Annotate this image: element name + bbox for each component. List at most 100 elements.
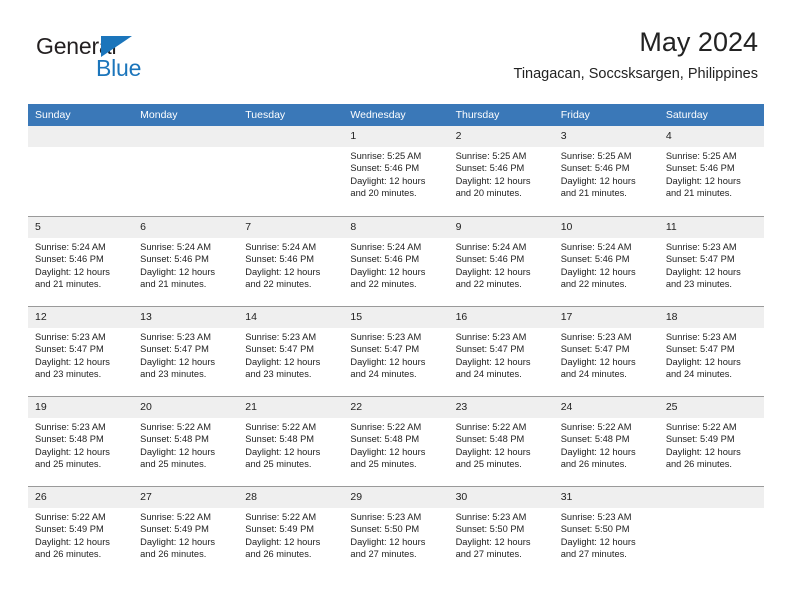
calendar-day: 3 Sunrise: 5:25 AM Sunset: 5:46 PM Daylight…: [553, 126, 659, 216]
calendar-day: 7 Sunrise: 5:24 AM Sunset: 5:46 PM Daylight…: [238, 216, 344, 306]
calendar-day-cell[interactable]: 4 Sunrise: 5:25 AM Sunset: 5:46 PM Daylight…: [658, 126, 764, 216]
calendar-day-cell[interactable]: 21 Sunrise: 5:22 AM Sunset: 5:48 PM Dayligh…: [238, 396, 344, 486]
day-sun-info: Sunrise: 5:24 AM Sunset: 5:46 PM Daylight:…: [343, 238, 448, 291]
calendar-day-cell[interactable]: 26 Sunrise: 5:22 AM Sunset: 5:49 PM Dayligh…: [28, 486, 134, 576]
daylight-text-line1: Daylight: 12 hours: [560, 446, 636, 457]
day-sun-info: Sunrise: 5:22 AM Sunset: 5:49 PM Daylight:…: [659, 418, 764, 471]
calendar-week-row: 1 Sunrise: 5:25 AM Sunset: 5:46 PM Daylight…: [28, 126, 764, 216]
daylight-text-line1: Daylight: 12 hours: [665, 356, 741, 367]
calendar-day-cell[interactable]: 29 Sunrise: 5:23 AM Sunset: 5:50 PM Dayligh…: [343, 486, 449, 576]
calendar-page: General Blue May 2024 Tinagacan, Soccsks…: [0, 0, 792, 612]
sunrise-text: Sunrise: 5:23 AM: [140, 332, 211, 342]
calendar-day-cell[interactable]: [133, 126, 239, 216]
calendar-day-cell[interactable]: 10 Sunrise: 5:24 AM Sunset: 5:46 PM Dayligh…: [553, 216, 659, 306]
daylight-text-line2: and 23 minutes.: [245, 369, 312, 380]
calendar-day-cell[interactable]: 12 Sunrise: 5:23 AM Sunset: 5:47 PM Dayligh…: [28, 306, 134, 396]
sunset-text: Sunset: 5:46 PM: [245, 254, 315, 265]
sunrise-text: Sunrise: 5:22 AM: [560, 422, 632, 432]
day-sun-info: Sunrise: 5:22 AM Sunset: 5:48 PM Daylight:…: [133, 418, 238, 471]
calendar-day-cell[interactable]: 3 Sunrise: 5:25 AM Sunset: 5:46 PM Daylight…: [553, 126, 659, 216]
sunrise-text: Sunrise: 5:23 AM: [350, 512, 422, 522]
calendar-day-cell[interactable]: 19 Sunrise: 5:23 AM Sunset: 5:48 PM Dayligh…: [28, 396, 134, 486]
calendar-day-cell[interactable]: 25 Sunrise: 5:22 AM Sunset: 5:49 PM Dayligh…: [658, 396, 764, 486]
daylight-text-line1: Daylight: 12 hours: [455, 175, 531, 186]
sunrise-text: Sunrise: 5:23 AM: [245, 332, 317, 342]
calendar-day-cell[interactable]: 28 Sunrise: 5:22 AM Sunset: 5:49 PM Dayligh…: [238, 486, 344, 576]
sunset-text: Sunset: 5:46 PM: [35, 254, 104, 265]
day-sun-info: Sunrise: 5:23 AM Sunset: 5:47 PM Daylight:…: [28, 328, 133, 381]
sunset-text: Sunset: 5:46 PM: [140, 254, 209, 265]
day-sun-info: Sunrise: 5:23 AM Sunset: 5:47 PM Daylight:…: [449, 328, 554, 381]
calendar-day-cell[interactable]: 2 Sunrise: 5:25 AM Sunset: 5:46 PM Daylight…: [448, 126, 554, 216]
calendar-day-cell[interactable]: 1 Sunrise: 5:25 AM Sunset: 5:46 PM Daylight…: [343, 126, 449, 216]
sunset-text: Sunset: 5:46 PM: [350, 163, 420, 174]
calendar-day-cell[interactable]: [28, 126, 134, 216]
day-sun-info: Sunrise: 5:24 AM Sunset: 5:46 PM Daylight:…: [28, 238, 133, 291]
calendar-day: 8 Sunrise: 5:24 AM Sunset: 5:46 PM Daylight…: [343, 216, 449, 306]
calendar-day-cell[interactable]: 22 Sunrise: 5:22 AM Sunset: 5:48 PM Dayligh…: [343, 396, 449, 486]
daylight-text-line1: Daylight: 12 hours: [245, 356, 321, 367]
calendar-day-cell[interactable]: 30 Sunrise: 5:23 AM Sunset: 5:50 PM Dayligh…: [448, 486, 554, 576]
calendar-day-cell[interactable]: 24 Sunrise: 5:22 AM Sunset: 5:48 PM Dayligh…: [553, 396, 659, 486]
calendar-day-cell[interactable]: 7 Sunrise: 5:24 AM Sunset: 5:46 PM Daylight…: [238, 216, 344, 306]
calendar-day-empty: [133, 126, 239, 216]
sunrise-text: Sunrise: 5:22 AM: [245, 422, 317, 432]
day-number: 20: [133, 397, 239, 418]
calendar-day: 30 Sunrise: 5:23 AM Sunset: 5:50 PM Dayligh…: [448, 486, 554, 576]
calendar-day-cell[interactable]: 17 Sunrise: 5:23 AM Sunset: 5:47 PM Dayligh…: [553, 306, 659, 396]
day-sun-info: Sunrise: 5:25 AM Sunset: 5:46 PM Daylight:…: [449, 147, 554, 200]
daylight-text-line2: and 23 minutes.: [140, 369, 207, 380]
calendar-day: 26 Sunrise: 5:22 AM Sunset: 5:49 PM Dayligh…: [28, 486, 134, 576]
calendar-day-cell[interactable]: 23 Sunrise: 5:22 AM Sunset: 5:48 PM Dayligh…: [448, 396, 554, 486]
day-number: 4: [658, 126, 764, 147]
calendar-day-cell[interactable]: 11 Sunrise: 5:23 AM Sunset: 5:47 PM Dayligh…: [658, 216, 764, 306]
day-sun-info: Sunrise: 5:22 AM Sunset: 5:49 PM Daylight:…: [238, 508, 343, 561]
daylight-text-line2: and 24 minutes.: [455, 369, 522, 380]
day-sun-info: Sunrise: 5:23 AM Sunset: 5:50 PM Daylight:…: [343, 508, 448, 561]
day-number: 11: [658, 217, 764, 238]
sunset-text: Sunset: 5:47 PM: [560, 344, 630, 355]
daylight-text-line1: Daylight: 12 hours: [245, 266, 321, 277]
calendar-day-cell[interactable]: 8 Sunrise: 5:24 AM Sunset: 5:46 PM Daylight…: [343, 216, 449, 306]
calendar-day-cell[interactable]: 5 Sunrise: 5:24 AM Sunset: 5:46 PM Daylight…: [28, 216, 134, 306]
calendar-day-cell[interactable]: 6 Sunrise: 5:24 AM Sunset: 5:46 PM Daylight…: [133, 216, 239, 306]
day-sun-info: Sunrise: 5:23 AM Sunset: 5:48 PM Daylight:…: [28, 418, 133, 471]
day-sun-info: Sunrise: 5:23 AM Sunset: 5:47 PM Daylight:…: [238, 328, 343, 381]
calendar-day-cell[interactable]: 9 Sunrise: 5:24 AM Sunset: 5:46 PM Daylight…: [448, 216, 554, 306]
calendar-day-empty: [658, 486, 764, 576]
daylight-text-line1: Daylight: 12 hours: [665, 446, 741, 457]
calendar-day-cell[interactable]: [658, 486, 764, 576]
day-number: 29: [343, 487, 449, 508]
daylight-text-line2: and 25 minutes.: [35, 459, 102, 470]
day-sun-info: Sunrise: 5:25 AM Sunset: 5:46 PM Daylight:…: [343, 147, 448, 200]
calendar-day: 23 Sunrise: 5:22 AM Sunset: 5:48 PM Dayligh…: [448, 396, 554, 486]
daylight-text-line2: and 23 minutes.: [35, 369, 102, 380]
day-sun-info: Sunrise: 5:24 AM Sunset: 5:46 PM Daylight:…: [133, 238, 238, 291]
calendar-day-cell[interactable]: 20 Sunrise: 5:22 AM Sunset: 5:48 PM Dayligh…: [133, 396, 239, 486]
daylight-text-line1: Daylight: 12 hours: [245, 536, 321, 547]
calendar-day-cell[interactable]: 18 Sunrise: 5:23 AM Sunset: 5:47 PM Dayligh…: [658, 306, 764, 396]
calendar-day-cell[interactable]: 27 Sunrise: 5:22 AM Sunset: 5:49 PM Dayligh…: [133, 486, 239, 576]
daylight-text-line2: and 24 minutes.: [665, 369, 732, 380]
sunrise-text: Sunrise: 5:23 AM: [560, 512, 632, 522]
calendar-day-cell[interactable]: [238, 126, 344, 216]
daylight-text-line2: and 21 minutes.: [140, 279, 207, 290]
general-blue-logo[interactable]: General Blue: [34, 34, 244, 94]
daylight-text-line1: Daylight: 12 hours: [350, 175, 426, 186]
daylight-text-line1: Daylight: 12 hours: [35, 266, 110, 277]
day-number: 3: [553, 126, 659, 147]
calendar-day-cell[interactable]: 14 Sunrise: 5:23 AM Sunset: 5:47 PM Dayligh…: [238, 306, 344, 396]
calendar-day-cell[interactable]: 13 Sunrise: 5:23 AM Sunset: 5:47 PM Dayligh…: [133, 306, 239, 396]
day-sun-info: Sunrise: 5:23 AM Sunset: 5:50 PM Daylight:…: [554, 508, 659, 561]
sunrise-text: Sunrise: 5:22 AM: [140, 512, 211, 522]
sunrise-text: Sunrise: 5:24 AM: [455, 242, 527, 252]
calendar-day-cell[interactable]: 31 Sunrise: 5:23 AM Sunset: 5:50 PM Dayligh…: [553, 486, 659, 576]
calendar-day-cell[interactable]: 15 Sunrise: 5:23 AM Sunset: 5:47 PM Dayligh…: [343, 306, 449, 396]
sunset-text: Sunset: 5:49 PM: [140, 524, 209, 535]
daylight-text-line2: and 20 minutes.: [455, 188, 522, 199]
calendar-day: 15 Sunrise: 5:23 AM Sunset: 5:47 PM Dayligh…: [343, 306, 449, 396]
sunrise-text: Sunrise: 5:24 AM: [245, 242, 317, 252]
calendar-day-cell[interactable]: 16 Sunrise: 5:23 AM Sunset: 5:47 PM Dayligh…: [448, 306, 554, 396]
sunset-text: Sunset: 5:47 PM: [35, 344, 104, 355]
daylight-text-line2: and 23 minutes.: [665, 279, 732, 290]
